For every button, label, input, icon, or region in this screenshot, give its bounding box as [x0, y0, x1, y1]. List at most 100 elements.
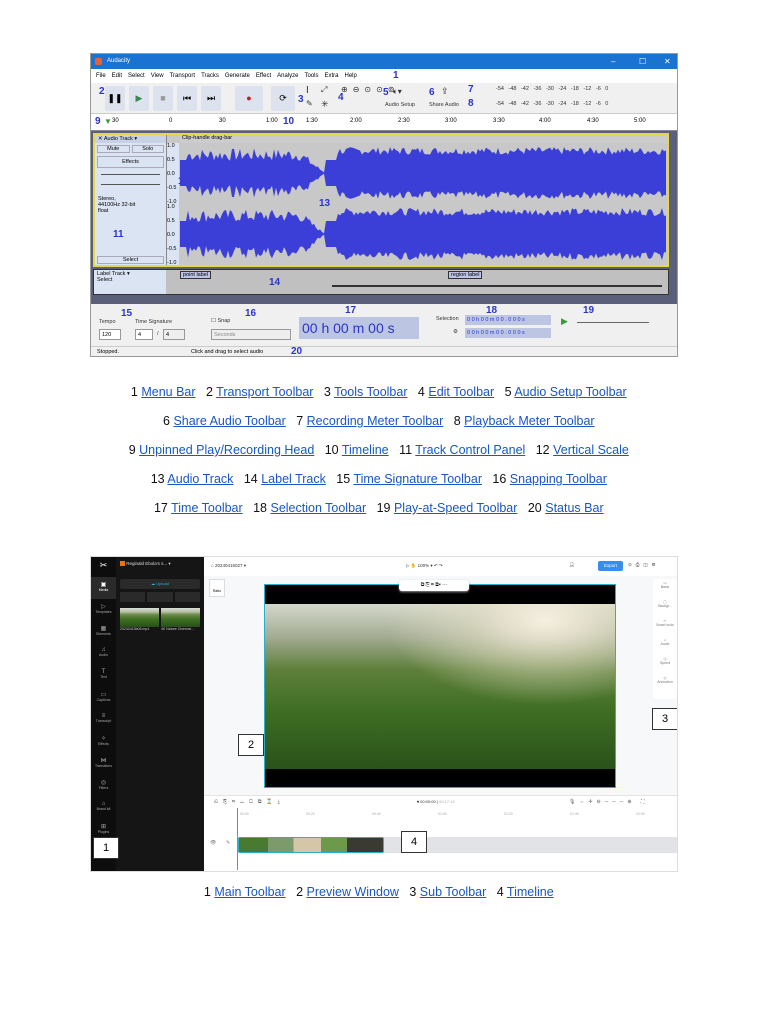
selection-settings-icon[interactable]: ⚙ — [453, 329, 458, 335]
rail-item-audio[interactable]: ♫ Audio — [91, 643, 116, 665]
stop-button[interactable]: ■ — [153, 86, 173, 111]
screen-button[interactable] — [174, 592, 200, 602]
menu-item[interactable]: Generate — [225, 69, 250, 83]
close-icon[interactable]: ✕ — [664, 54, 671, 69]
legend-link[interactable]: Timeline — [507, 885, 554, 899]
legend-link[interactable]: Edit Toolbar — [428, 385, 494, 399]
point-label[interactable]: point label — [180, 271, 212, 279]
gain-slider[interactable] — [101, 174, 160, 175]
video-clip[interactable] — [238, 837, 384, 853]
sub-toolbar-item[interactable]: ✂ Smart tools — [653, 617, 677, 636]
rail-item-captions[interactable]: ▭ Captions — [91, 687, 116, 709]
select-button[interactable]: Select — [97, 256, 164, 264]
label-select-button[interactable]: Select — [97, 277, 112, 283]
pen-icon[interactable]: ✎ — [226, 840, 230, 846]
menu-item[interactable]: File — [96, 69, 106, 83]
rail-item-filters[interactable]: ◎ Filters — [91, 775, 116, 797]
playback-time[interactable]: ⏺ 00:00:00 | 00:17:13 — [417, 799, 455, 804]
sub-toolbar-item[interactable]: ◷ Speed — [653, 655, 677, 674]
share-audio-button[interactable]: Share Audio — [429, 102, 459, 108]
recording-meter[interactable]: -54 -48 -42 -36 -30 -24 -18 -12 -6 0 — [496, 86, 608, 92]
rail-item-templates[interactable]: ▷ Templates — [91, 599, 116, 621]
legend-link[interactable]: Playback Meter Toolbar — [464, 414, 594, 428]
envelope-tool-icon[interactable]: ⤢ — [321, 85, 327, 95]
top-right-icons[interactable]: ⊙⎙◫⚙ — [628, 562, 660, 568]
sub-toolbar-item[interactable]: ▭ Basic — [653, 579, 677, 598]
menu-item[interactable]: Tracks — [201, 69, 219, 83]
legend-link[interactable]: Label Track — [261, 472, 326, 486]
timeline-zoom-controls[interactable]: 🎙︎⇔✛⊖───⊕ ⛶ — [569, 799, 648, 805]
play-head-icon[interactable]: ▼ — [104, 117, 112, 126]
selection-end[interactable]: 0 0 h 0 0 m 0 0 . 0 0 0 s — [465, 328, 551, 338]
draw-tool-icon[interactable]: ✎ — [306, 99, 313, 108]
export-button[interactable]: Export — [598, 561, 623, 571]
legend-link[interactable]: Tools Toolbar — [334, 385, 407, 399]
record-button[interactable]: ● — [235, 86, 263, 111]
solo-button[interactable]: Solo — [131, 145, 164, 153]
legend-link[interactable]: Menu Bar — [141, 385, 195, 399]
track-name-menu[interactable]: ✕ Audio Track ▾ — [95, 135, 166, 143]
menu-item[interactable]: Select — [128, 69, 145, 83]
upload-button[interactable]: ☁ Upload — [120, 579, 200, 589]
legend-link[interactable]: Time Signature Toolbar — [353, 472, 482, 486]
menu-item[interactable]: Help — [345, 69, 357, 83]
zoom-select[interactable]: ▷ ✋ 100% ▾ ↶ ↷ — [406, 563, 443, 569]
eye-icon[interactable]: 👁︎ — [210, 840, 216, 846]
effects-button[interactable]: Effects — [97, 156, 164, 168]
speed-slider[interactable] — [577, 322, 649, 323]
multi-tool-icon[interactable]: ✳ — [321, 99, 329, 110]
menu-item[interactable]: Tools — [304, 69, 318, 83]
tempo-input[interactable]: 120 — [99, 329, 121, 340]
audio-track[interactable]: ✕ Audio Track ▾ Mute Solo Effects Stereo,… — [93, 133, 669, 267]
rail-item-transitions[interactable]: ⋈ Transitions — [91, 753, 116, 775]
legend-link[interactable]: Audio Setup Toolbar — [514, 385, 626, 399]
legend-link[interactable]: Time Toolbar — [171, 501, 243, 515]
rail-item-media[interactable]: ▣ Media — [91, 577, 116, 599]
legend-link[interactable]: Audio Track — [167, 472, 233, 486]
rail-item-elements[interactable]: ▦ Elements — [91, 621, 116, 643]
legend-link[interactable]: Vertical Scale — [553, 443, 629, 457]
clip-handle-drag-bar[interactable]: Clip-handle drag-bar — [180, 135, 667, 143]
pan-slider[interactable] — [101, 184, 160, 185]
zoom-icons[interactable]: ⊕⊖⊙⊙⊚ — [341, 85, 400, 94]
ratio-button[interactable]: Ratio — [209, 579, 225, 597]
pause-button[interactable]: ❚❚ — [105, 86, 125, 111]
skip-start-button[interactable]: ⏮ — [177, 86, 197, 111]
legend-link[interactable]: Share Audio Toolbar — [173, 414, 285, 428]
legend-link[interactable]: Sub Toolbar — [420, 885, 487, 899]
legend-link[interactable]: Selection Toolbar — [270, 501, 366, 515]
waveform[interactable] — [180, 143, 667, 265]
legend-link[interactable]: Timeline — [342, 443, 389, 457]
mute-button[interactable]: Mute — [97, 145, 130, 153]
rail-item-brand-kit[interactable]: ⌂ Brand kit — [91, 797, 116, 819]
timeline-edit-tools[interactable]: ⎌⎘⌗△▢⧉⌛⤓ — [214, 799, 285, 805]
loop-button[interactable]: ⟳ — [271, 86, 295, 111]
menu-item[interactable]: View — [151, 69, 164, 83]
play-button[interactable]: ▶ — [129, 86, 149, 111]
menu-item[interactable]: Effect — [256, 69, 271, 83]
label-track[interactable]: Label Track ▾ Select point label 14 regio… — [93, 269, 669, 295]
sub-toolbar-item[interactable]: ◎ Animation — [653, 674, 677, 693]
snap-checkbox[interactable]: ☐ Snap — [211, 318, 230, 324]
skip-end-button[interactable]: ⏭ — [201, 86, 221, 111]
menu-item[interactable]: Transport — [170, 69, 195, 83]
legend-link[interactable]: Snapping Toolbar — [510, 472, 607, 486]
legend-link[interactable]: Unpinned Play/Recording Head — [139, 443, 314, 457]
playback-meter[interactable]: -54 -48 -42 -36 -30 -24 -18 -12 -6 0 — [496, 101, 608, 107]
preview-window[interactable]: ⧉ ⎘ ⌗ ⧉▾ ··· — [264, 580, 616, 788]
menu-item[interactable]: Extra — [324, 69, 338, 83]
media-item[interactable]: 4K Nature Cinemat... — [161, 608, 200, 631]
legend-link[interactable]: Status Bar — [545, 501, 603, 515]
media-item[interactable]: 20240415b05.mp4 — [120, 608, 159, 631]
legend-link[interactable]: Main Toolbar — [214, 885, 285, 899]
legend-link[interactable]: Play-at-Speed Toolbar — [394, 501, 517, 515]
preview-floating-toolbar[interactable]: ⧉ ⎘ ⌗ ⧉▾ ··· — [399, 580, 469, 591]
sub-toolbar-item[interactable]: ♫ Audio — [653, 636, 677, 655]
menu-item[interactable]: Analyze — [277, 69, 298, 83]
workspace-name[interactable]: Reginald Ebola's s... — [126, 561, 167, 566]
region-label[interactable]: region label — [448, 271, 483, 279]
time-signature-numerator[interactable]: 4 — [135, 329, 153, 340]
project-name[interactable]: ⌂ 20240416027 ▾ — [211, 563, 246, 569]
play-at-speed-button[interactable]: ▶ — [561, 316, 568, 327]
avatar[interactable]: 👤︎ — [569, 562, 575, 568]
